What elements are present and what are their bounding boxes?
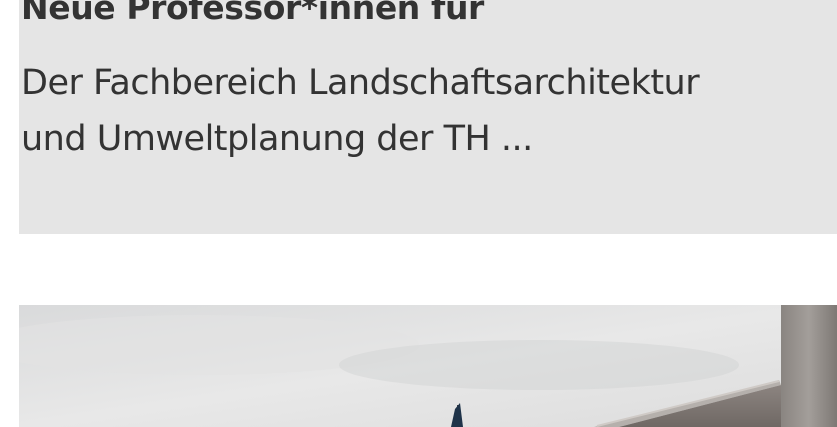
teaser-line-2: und Umweltplanung der TH ...	[21, 119, 533, 159]
news-title[interactable]: Neue Professor*innen für	[21, 0, 484, 30]
page: Neue Professor*innen für Der Fachbereich…	[0, 0, 837, 427]
tower	[781, 305, 837, 427]
news-teaser-card[interactable]: Neue Professor*innen für Der Fachbereich…	[19, 0, 837, 234]
teaser-line-1: Der Fachbereich Landschaftsarchitektur	[21, 63, 700, 103]
building-photo	[19, 305, 837, 427]
news-teaser-text: Der Fachbereich Landschaftsarchitektur u…	[21, 55, 821, 167]
news-image[interactable]	[19, 305, 837, 427]
